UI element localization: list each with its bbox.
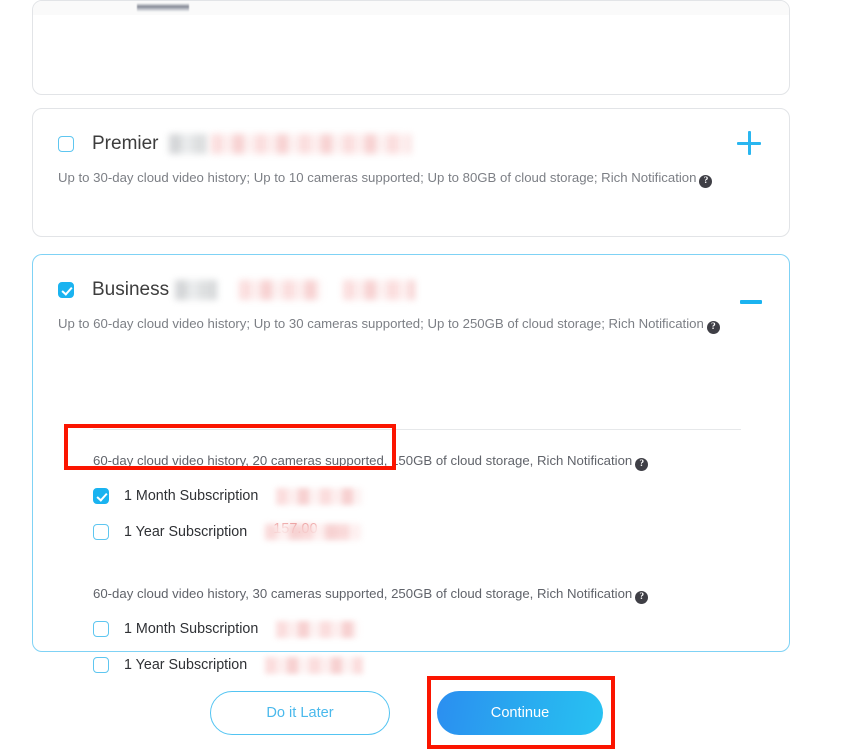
plan-header-business: Business [58, 277, 767, 303]
plan-card-clipped-above[interactable] [32, 0, 790, 95]
plan-name-business: Business [92, 279, 170, 300]
checkbox-business[interactable] [58, 282, 74, 298]
checkbox-tier250-1month[interactable] [93, 621, 109, 637]
option-row-tier150-1month[interactable]: 1 Month Subscription [93, 485, 773, 507]
tier-description-250gb-text: 60-day cloud video history, 30 cameras s… [93, 586, 633, 601]
plan-header-premier: Premier [58, 131, 767, 157]
minus-icon-bar [740, 300, 762, 304]
plan-description-premier-text: Up to 30-day cloud video history; Up to … [58, 170, 697, 185]
checkbox-tier150-1month[interactable] [93, 488, 109, 504]
option-label-tier150-1year: 1 Year Subscription [124, 524, 248, 540]
ghost-price-blur-tier150-1year [265, 524, 362, 540]
tier-group-150gb: 60-day cloud video history, 20 cameras s… [93, 451, 773, 543]
plus-icon-vertical-bar [747, 131, 751, 155]
clipped-text-remnant [137, 3, 189, 12]
checkbox-tier150-1year[interactable] [93, 524, 109, 540]
tier-description-250gb: 60-day cloud video history, 30 cameras s… [93, 584, 773, 604]
option-label-tier150-1month: 1 Month Subscription [124, 488, 259, 504]
expand-premier-plus-icon[interactable] [733, 127, 765, 159]
redacted-price-premier-b [210, 134, 411, 154]
do-it-later-button[interactable]: Do it Later [210, 691, 390, 735]
option-row-tier150-1year[interactable]: 1 Year Subscription 157.00 [93, 521, 773, 543]
footer-actions: Do it Later Continue [0, 641, 860, 755]
plan-description-business-text: Up to 60-day cloud video history; Up to … [58, 316, 704, 331]
question-mark-icon[interactable]: ? [635, 458, 649, 471]
checkbox-premier[interactable] [58, 136, 74, 152]
option-label-tier250-1month: 1 Month Subscription [124, 621, 259, 637]
redacted-price-tier150-1year: 157.00 [265, 521, 362, 541]
cloud-library-subscription-page: My Cloud Library Premier Up to 30-day cl… [0, 0, 860, 755]
tier-description-150gb-text: 60-day cloud video history, 20 cameras s… [93, 453, 633, 468]
redacted-price-business-b [239, 280, 322, 300]
plan-name-premier: Premier [92, 133, 159, 154]
plan-description-business: Up to 60-day cloud video history; Up to … [58, 313, 748, 334]
plan-card-premier[interactable]: Premier Up to 30-day cloud video history… [32, 108, 790, 237]
section-divider [93, 429, 741, 430]
tier-description-150gb: 60-day cloud video history, 20 cameras s… [93, 451, 773, 471]
question-mark-icon[interactable]: ? [706, 321, 720, 334]
continue-button[interactable]: Continue [437, 691, 603, 735]
redacted-price-tier250-1month [276, 620, 359, 638]
question-mark-icon[interactable]: ? [699, 175, 713, 188]
redacted-price-business-c [343, 280, 416, 300]
option-row-tier250-1month[interactable]: 1 Month Subscription [93, 618, 773, 640]
plan-description-premier: Up to 30-day cloud video history; Up to … [58, 167, 748, 188]
redacted-price-business-a [175, 280, 218, 300]
redacted-price-tier150-1month [276, 487, 363, 505]
redacted-price-premier-a [168, 134, 207, 154]
question-mark-icon[interactable]: ? [635, 591, 649, 604]
plan-card-business[interactable]: Business Up to 60-day cloud video histor… [32, 254, 790, 674]
